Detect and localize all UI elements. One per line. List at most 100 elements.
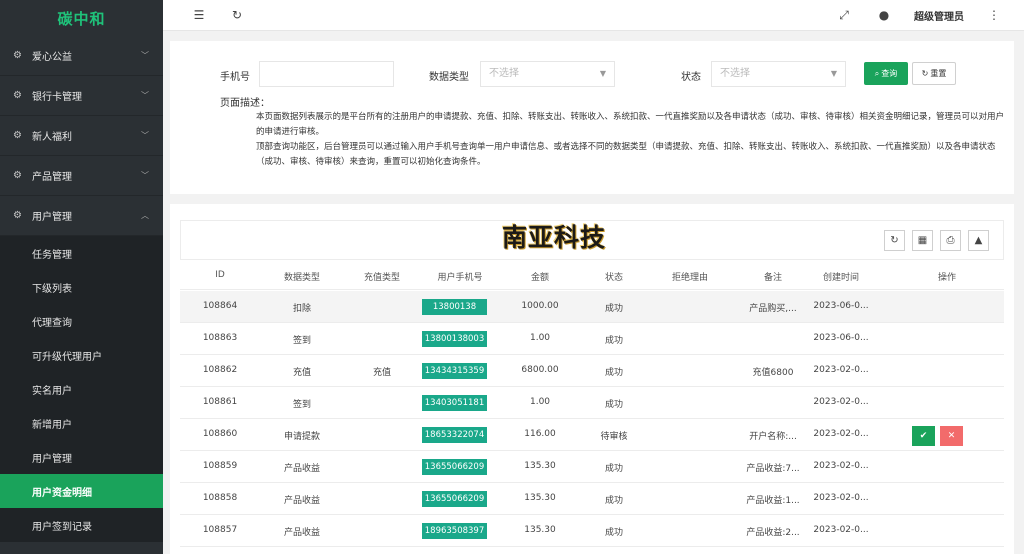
- table-cell: 116.00: [524, 429, 556, 439]
- table-cell: 产品购买,...: [749, 304, 797, 314]
- globe-icon[interactable]: ●: [874, 5, 894, 25]
- sidebar-group[interactable]: ⚙ 产品管理 ﹀: [0, 156, 163, 196]
- table-cell: 1.00: [529, 333, 551, 343]
- reset-icon: ↻: [921, 69, 929, 78]
- table-cell: 2023-06-0...: [813, 301, 869, 311]
- description-title: 页面描述：: [220, 98, 270, 109]
- column-header: 状态: [604, 273, 624, 283]
- gear-icon: ⚙: [13, 50, 22, 61]
- table-cell: 充值: [292, 368, 312, 378]
- table-panel: 南亚科技 ↻ ▦ ⎙ ▲ ID 数据类型 充值类型 用户手机号 金额 状态 拒绝理由 备注 创建…: [170, 204, 1014, 554]
- reset-button[interactable]: ↻ 重置: [912, 62, 956, 85]
- phone-badge[interactable]: 13434315359: [422, 363, 487, 379]
- column-header: 创建时间: [822, 273, 860, 283]
- sidebar-group-label: 新人福利: [32, 132, 72, 143]
- submenu-user-management: 任务管理 下级列表 代理查询 可升级代理用户 实名用户 新增用户 用户管理 用户资金明细 用户签…: [0, 236, 163, 542]
- gear-icon: ⚙: [13, 210, 22, 221]
- sidebar-subitem[interactable]: 实名用户: [0, 372, 163, 406]
- approve-button[interactable]: ✔: [912, 426, 935, 446]
- table-cell: 1000.00: [521, 301, 559, 311]
- data-type-label: 数据类型: [429, 72, 469, 83]
- filter-panel: 手机号 数据类型 不选择 ▼ 状态 不选择 ▼ ⌕ 查询 ↻ 重置 页面描述： …: [170, 41, 1014, 194]
- sidebar-subitem[interactable]: 任务管理: [0, 236, 163, 270]
- table-row: 108857 产品收益 18963508397 135.30 成功 产品收益:2... 20…: [180, 515, 1004, 547]
- sidebar-subitem[interactable]: 代理查询: [0, 304, 163, 338]
- data-type-placeholder: 不选择: [489, 68, 519, 79]
- table-cell: 2023-02-0...: [813, 397, 869, 407]
- table-cell: 108857: [202, 525, 238, 535]
- chevron-up-icon: ︿: [141, 211, 149, 220]
- chevron-down-icon: ﹀: [141, 91, 149, 100]
- table-cell: 扣除: [292, 304, 312, 314]
- table-cell: 108864: [202, 301, 238, 311]
- column-header: 金额: [530, 273, 550, 283]
- phone-badge[interactable]: 13403051181: [422, 395, 487, 411]
- phone-label: 手机号: [220, 72, 250, 83]
- table-row: 108860 申请提款 18653322074 116.00 待审核 开户名称:... 20…: [180, 419, 1004, 451]
- sidebar-group-label: 产品管理: [32, 172, 72, 183]
- table-cell: 2023-02-0...: [813, 525, 869, 535]
- chevron-down-icon: ﹀: [141, 171, 149, 180]
- phone-input[interactable]: [259, 61, 394, 87]
- brand-logo: 碳中和: [57, 9, 106, 28]
- column-header: ID: [215, 270, 225, 280]
- refresh-icon[interactable]: ↻: [227, 5, 247, 25]
- sidebar-subitem[interactable]: 用户签到记录: [0, 508, 163, 542]
- sidebar-subitem[interactable]: 下级列表: [0, 270, 163, 304]
- sidebar-subitem[interactable]: 用户管理: [0, 440, 163, 474]
- print-icon[interactable]: ⎙: [940, 230, 961, 251]
- admin-name[interactable]: 超级管理员: [914, 8, 964, 23]
- table-cell: 开户名称:...: [749, 432, 797, 442]
- status-placeholder: 不选择: [720, 68, 750, 79]
- sidebar-group[interactable]: ⚙ 爱心公益 ﹀: [0, 36, 163, 76]
- table-cell: 申请提款: [283, 432, 321, 442]
- phone-badge[interactable]: 13800138003: [422, 331, 487, 347]
- query-button[interactable]: ⌕ 查询: [864, 62, 908, 85]
- sidebar-subitem[interactable]: 新增用户: [0, 406, 163, 440]
- chevron-down-icon: ﹀: [141, 131, 149, 140]
- table-header: ID 数据类型 充值类型 用户手机号 金额 状态 拒绝理由 备注 创建时间 操作: [180, 262, 1004, 290]
- close-icon: ✕: [947, 431, 956, 441]
- phone-badge[interactable]: 13655066209: [422, 491, 487, 507]
- reject-button[interactable]: ✕: [940, 426, 963, 446]
- columns-icon[interactable]: ▦: [912, 230, 933, 251]
- table-cell: 108858: [202, 493, 238, 503]
- table-cell: 135.30: [524, 461, 556, 471]
- table-cell: 108859: [202, 461, 238, 471]
- menu-fold-icon[interactable]: ☰: [189, 5, 209, 25]
- table-cell: 108862: [202, 365, 238, 375]
- page-description: 本页面数据列表展示的是平台所有的注册用户的申请提款、充值、扣除、转账支出、转账收…: [256, 110, 1004, 170]
- phone-badge[interactable]: 13800138: [422, 299, 487, 315]
- phone-badge[interactable]: 18963508397: [422, 523, 487, 539]
- gear-icon: ⚙: [13, 170, 22, 181]
- export-icon[interactable]: ▲: [968, 230, 989, 251]
- sidebar-group[interactable]: ⚙ 新人福利 ﹀: [0, 116, 163, 156]
- sidebar-group[interactable]: ⚙ 银行卡管理 ﹀: [0, 76, 163, 116]
- table-cell: 产品收益:7...: [746, 464, 800, 474]
- sidebar-group[interactable]: ⚙ 用户管理 ︿: [0, 196, 163, 236]
- table-cell: 2023-06-0...: [813, 333, 869, 343]
- more-vertical-icon[interactable]: ⋮: [984, 5, 1004, 25]
- sidebar-subitem[interactable]: 用户资金明细: [0, 474, 163, 508]
- table-cell: 135.30: [524, 493, 556, 503]
- chevron-down-icon: ▼: [830, 69, 837, 78]
- phone-badge[interactable]: 13655066209: [422, 459, 487, 475]
- column-header: 数据类型: [283, 273, 321, 283]
- table-cell: 产品收益:1...: [746, 496, 800, 506]
- table-cell: 成功: [604, 464, 624, 474]
- table-cell: 108863: [202, 333, 238, 343]
- table-row: 108864 扣除 13800138 1000.00 成功 产品购买,... 2023-06…: [180, 291, 1004, 323]
- table-cell: 签到: [292, 336, 312, 346]
- refresh-icon[interactable]: ↻: [884, 230, 905, 251]
- table-cell: 充值6800: [752, 368, 794, 378]
- sidebar-subitem[interactable]: 可升级代理用户: [0, 338, 163, 372]
- table-cell: 产品收益: [283, 464, 321, 474]
- phone-badge[interactable]: 18653322074: [422, 427, 487, 443]
- fullscreen-icon[interactable]: ⤢: [834, 5, 854, 25]
- sidebar-group-label: 爱心公益: [32, 52, 72, 63]
- status-select[interactable]: 不选择 ▼: [711, 61, 846, 87]
- data-type-select[interactable]: 不选择 ▼: [480, 61, 615, 87]
- status-label: 状态: [681, 72, 701, 83]
- gear-icon: ⚙: [13, 130, 22, 141]
- chevron-down-icon: ▼: [599, 69, 606, 78]
